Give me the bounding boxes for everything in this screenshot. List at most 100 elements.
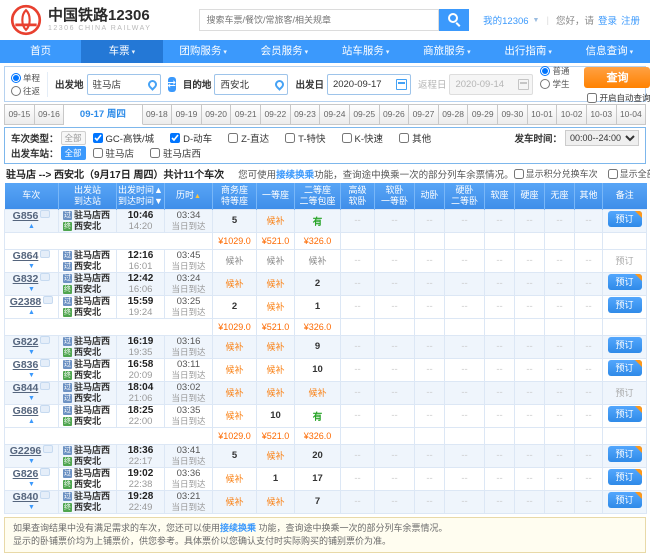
- nav-item-8[interactable]: 信息查询 ▾: [569, 40, 650, 63]
- expand-arrow-icon[interactable]: ▼: [5, 481, 58, 489]
- book-button[interactable]: 预订: [607, 274, 642, 290]
- date-tab-09-29[interactable]: 09-29: [468, 104, 499, 125]
- train-code-link[interactable]: G856: [13, 210, 39, 222]
- train-code-link[interactable]: G840: [13, 491, 39, 503]
- date-tab-09-26[interactable]: 09-26: [379, 104, 410, 125]
- login-link[interactable]: 登录: [598, 13, 617, 27]
- depart-time-select[interactable]: 00:00--24:00: [565, 130, 639, 146]
- date-tab-09-23[interactable]: 09-23: [290, 104, 321, 125]
- train-code-link[interactable]: G844: [13, 382, 39, 394]
- nav-item-6[interactable]: 商旅服务 ▾: [406, 40, 487, 63]
- date-tab-09-25[interactable]: 09-25: [349, 104, 380, 125]
- date-tab-09-22[interactable]: 09-22: [261, 104, 291, 125]
- date-tab-09-30[interactable]: 09-30: [498, 104, 528, 125]
- date-tab-09-24[interactable]: 09-24: [320, 104, 350, 125]
- date-tab-09-18[interactable]: 09-18: [142, 104, 173, 125]
- train-type-checkbox[interactable]: [170, 133, 181, 143]
- column-header-4[interactable]: 历时▲: [164, 183, 213, 209]
- train-code-link[interactable]: G868: [13, 405, 39, 417]
- train-type-checkbox[interactable]: [341, 133, 352, 143]
- nav-item-4[interactable]: 会员服务 ▾: [244, 40, 325, 63]
- trip-type-radio[interactable]: [11, 72, 21, 83]
- train-type-checkbox[interactable]: [399, 133, 410, 143]
- book-button[interactable]: 预订: [607, 211, 642, 227]
- trip-type-radio[interactable]: [11, 85, 21, 96]
- book-button[interactable]: 预订: [607, 360, 642, 376]
- book-button[interactable]: 预订: [607, 297, 642, 313]
- transfer-link[interactable]: 接续换乘: [276, 170, 314, 181]
- nav-item-5[interactable]: 站车服务 ▾: [325, 40, 406, 63]
- transfer-link[interactable]: 接续换乘: [220, 523, 256, 533]
- expand-arrow-icon[interactable]: ▼: [5, 286, 58, 294]
- passenger-type-radio[interactable]: [540, 78, 551, 89]
- trip-type-option[interactable]: 往返: [11, 85, 40, 97]
- expand-arrow-icon[interactable]: ▼: [5, 263, 58, 271]
- auto-query-checkbox[interactable]: [587, 92, 598, 103]
- depart-station-option[interactable]: 驻马店西: [150, 146, 201, 160]
- expand-arrow-icon[interactable]: ▲: [5, 309, 58, 317]
- train-code-link[interactable]: G836: [13, 359, 39, 371]
- passenger-type-option[interactable]: 普通: [540, 65, 569, 77]
- depart-station-checkbox[interactable]: [92, 148, 103, 158]
- swap-stations-button[interactable]: ⇄: [167, 76, 176, 92]
- date-tab-09-16[interactable]: 09-16: [34, 104, 65, 125]
- my12306-link[interactable]: 我的12306: [483, 13, 528, 27]
- passenger-type-option[interactable]: 学生: [540, 78, 569, 90]
- column-header-3[interactable]: 出发时间▲ 到达时间▼: [116, 183, 165, 209]
- train-type-checkbox[interactable]: [228, 133, 239, 143]
- expand-arrow-icon[interactable]: ▲: [5, 223, 58, 231]
- book-button[interactable]: 预订: [607, 406, 642, 422]
- train-type-option[interactable]: K-快速: [341, 131, 383, 145]
- book-button[interactable]: 预订: [607, 469, 642, 485]
- expand-arrow-icon[interactable]: ▼: [5, 395, 58, 403]
- train-code-link[interactable]: G822: [13, 336, 39, 348]
- show-points-toggle[interactable]: 显示积分兑换车次: [513, 167, 598, 180]
- train-code-link[interactable]: G864: [13, 250, 39, 262]
- sort-icon[interactable]: ▲: [194, 193, 201, 200]
- nav-item-3[interactable]: 团购服务 ▾: [163, 40, 244, 63]
- expand-arrow-icon[interactable]: ▼: [5, 372, 58, 380]
- book-button[interactable]: 预订: [607, 492, 642, 508]
- book-button[interactable]: 预订: [607, 446, 642, 462]
- date-tab-09-15[interactable]: 09-15: [4, 104, 35, 125]
- train-type-option[interactable]: 其他: [399, 131, 431, 145]
- date-tab-09-28[interactable]: 09-28: [438, 104, 469, 125]
- date-tab-09-19[interactable]: 09-19: [172, 104, 202, 125]
- train-code-link[interactable]: G832: [13, 273, 39, 285]
- train-type-option[interactable]: GC-高铁/城: [92, 131, 154, 145]
- trip-type-option[interactable]: 单程: [11, 72, 40, 84]
- date-tab-10-02[interactable]: 10-02: [557, 104, 587, 125]
- expand-arrow-icon[interactable]: ▼: [5, 458, 58, 466]
- train-code-link[interactable]: G826: [13, 468, 39, 480]
- search-button[interactable]: [439, 9, 470, 31]
- book-button[interactable]: 预订: [607, 337, 642, 353]
- auto-query-toggle[interactable]: 开启自动查询: [587, 92, 650, 104]
- train-type-option[interactable]: D-动车: [170, 131, 212, 145]
- nav-item-7[interactable]: 出行指南 ▾: [488, 40, 569, 63]
- depart-station-checkbox[interactable]: [150, 148, 161, 158]
- train-type-checkbox[interactable]: [92, 133, 103, 143]
- expand-arrow-icon[interactable]: ▼: [5, 349, 58, 357]
- expand-arrow-icon[interactable]: ▼: [5, 504, 58, 512]
- register-link[interactable]: 注册: [621, 13, 640, 27]
- train-type-all-badge[interactable]: 全部: [60, 131, 86, 145]
- date-tab-09-27[interactable]: 09-27: [409, 104, 439, 125]
- date-tab-10-03[interactable]: 10-03: [586, 104, 617, 125]
- train-code-link[interactable]: G2296: [10, 445, 42, 457]
- depart-station-option[interactable]: 驻马店: [92, 146, 134, 160]
- depart-station-all-badge[interactable]: 全部: [60, 146, 86, 160]
- show-bookable-toggle[interactable]: 显示全部可预订车次: [607, 167, 650, 180]
- nav-item-2[interactable]: 车票 ▾: [81, 40, 163, 63]
- date-tab-10-04[interactable]: 10-04: [616, 104, 647, 125]
- date-tab-09-20[interactable]: 09-20: [201, 104, 232, 125]
- query-button[interactable]: 查询: [584, 66, 650, 88]
- date-tab-09-21[interactable]: 09-21: [231, 104, 262, 125]
- logo[interactable]: 中国铁路12306 12306 CHINA RAILWAY: [10, 4, 151, 36]
- nav-item-1[interactable]: 首页: [0, 40, 81, 63]
- train-type-option[interactable]: T-特快: [285, 131, 326, 145]
- date-tab-09-17[interactable]: 09-17 周四: [64, 104, 143, 125]
- train-code-link[interactable]: G2388: [10, 296, 42, 308]
- date-tab-10-01[interactable]: 10-01: [527, 104, 558, 125]
- train-type-checkbox[interactable]: [285, 133, 296, 143]
- search-input[interactable]: [199, 9, 440, 31]
